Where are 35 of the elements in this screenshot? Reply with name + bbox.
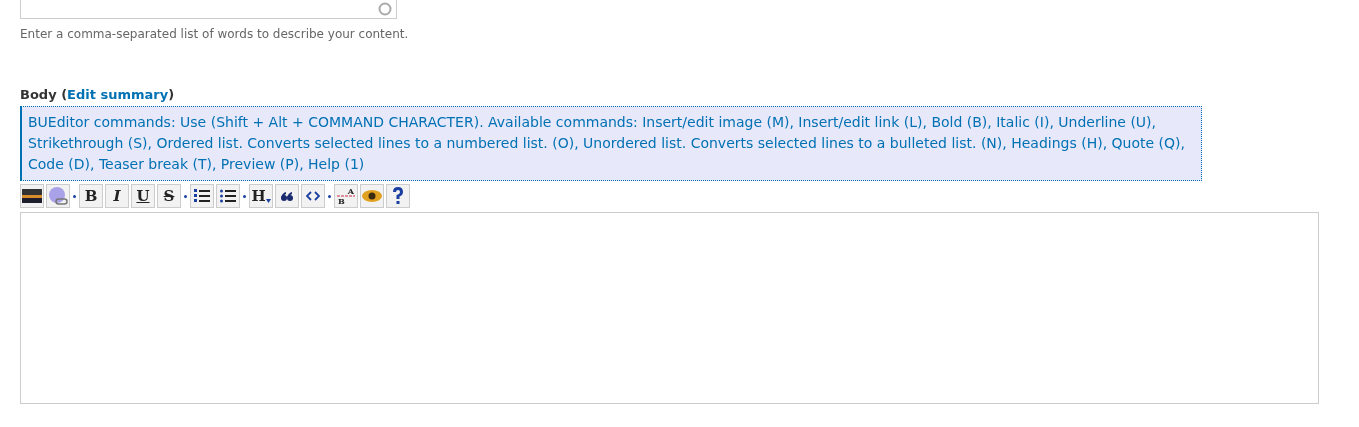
edit-summary-link[interactable]: Edit summary — [67, 87, 169, 102]
code-button[interactable] — [301, 184, 325, 208]
link-button[interactable] — [46, 184, 70, 208]
field-label: Body — [20, 87, 58, 102]
format-button[interactable]: B — [79, 184, 103, 208]
bulleted-list-icon — [220, 189, 236, 203]
heading-button[interactable]: H — [249, 184, 273, 208]
help-text: Enter a comma-separated list of words to describe your content. — [20, 27, 410, 41]
opening-paren: ( — [61, 87, 68, 102]
separator-dot — [243, 194, 246, 198]
closing-paren: ) — [168, 87, 175, 102]
editor-help-text: BUEditor commands: Use (Shift + Alt + COMMAND CHARACTER). Available commands: Insert/edit image (M), Insert/edit link (L), Bold (B), Italic (I), Underline (U), Strikethrough (S), Ordered list. Converts selected lines to a numbered list. (O), Unordered list. Converts selected lines to a bulleted list. (N), Headings (H), Quote (Q), Code (D), Teaser break (T), Preview (P), Help (1) — [20, 106, 1202, 181]
caret-icon — [265, 199, 271, 203]
eye-icon — [362, 190, 382, 202]
separator-dot — [73, 194, 76, 198]
dashed-line-icon — [337, 195, 355, 197]
help-button[interactable] — [386, 184, 410, 208]
quote-button[interactable] — [275, 184, 299, 208]
format-button[interactable]: S — [157, 184, 181, 208]
question-mark-icon — [391, 186, 405, 206]
preview-button[interactable] — [360, 184, 384, 208]
sunset-picture-icon — [22, 189, 42, 203]
separator-dot — [328, 194, 331, 198]
numbered-list-button[interactable] — [190, 184, 214, 208]
teaser-break-button[interactable]: A B — [334, 184, 358, 208]
bulleted-list-button[interactable] — [216, 184, 240, 208]
numbered-list-icon — [194, 189, 210, 203]
image-button[interactable] — [20, 184, 44, 208]
separator-dot — [184, 194, 187, 198]
globe-link-icon — [48, 186, 68, 206]
format-button[interactable]: U — [131, 184, 155, 208]
code-icon — [306, 191, 320, 201]
quote-icon — [281, 191, 293, 201]
format-button[interactable]: I — [105, 184, 129, 208]
tags-field[interactable] — [20, 0, 397, 19]
